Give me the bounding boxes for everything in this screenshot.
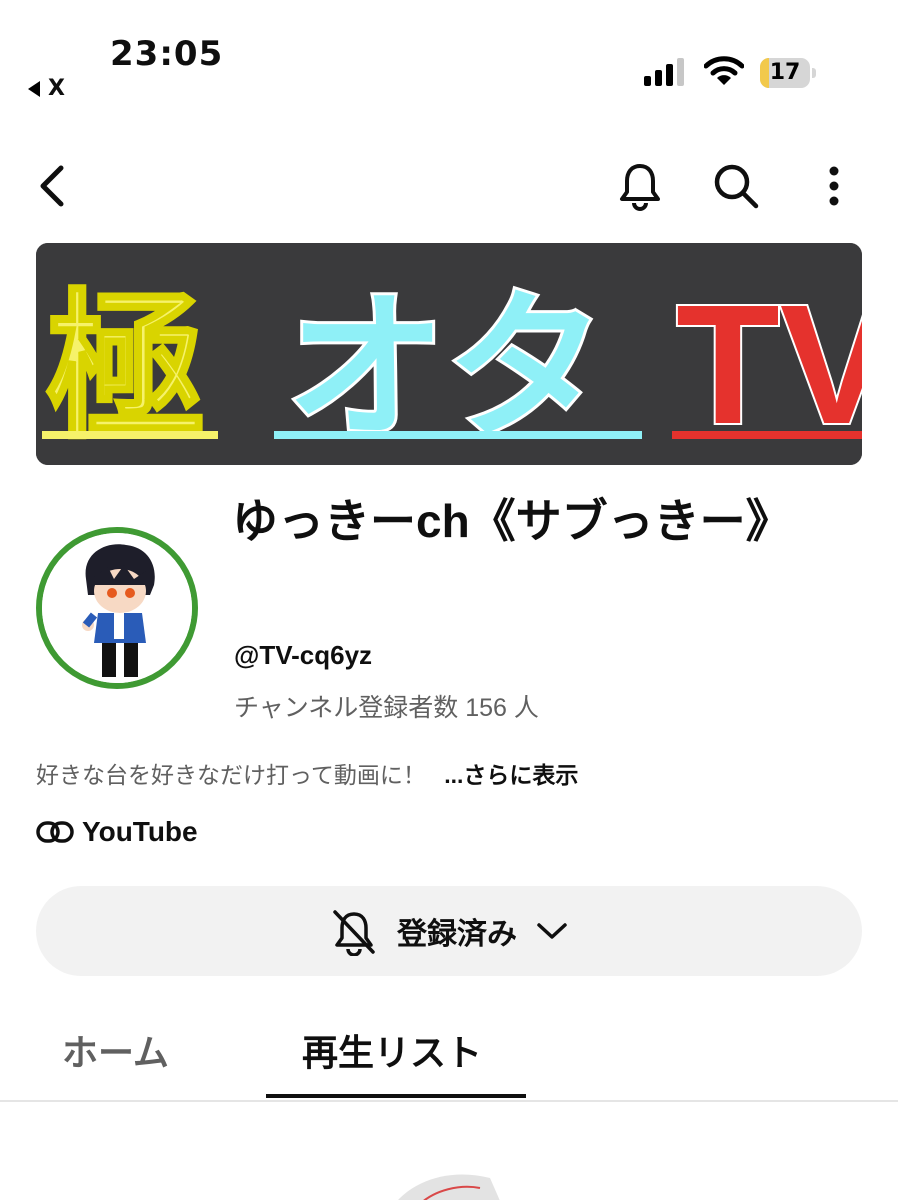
back-button[interactable]: [24, 158, 80, 214]
banner-text-goku: 極: [46, 278, 206, 457]
tab-home[interactable]: ホーム: [62, 1024, 169, 1076]
search-icon: [714, 164, 759, 209]
active-tab-indicator: [266, 1094, 526, 1098]
playlist-thumbnail-peek: [398, 1174, 500, 1200]
description-text: 好きな台を好きなだけ打って動画に！: [36, 762, 426, 788]
channel-link[interactable]: YouTube: [36, 816, 198, 848]
status-time: 23:05: [110, 34, 224, 74]
wifi-icon: [704, 56, 744, 85]
banner-text-ota: オタ: [286, 278, 606, 457]
channel-name: ゆっきーch《サブっきー》: [232, 495, 792, 547]
back-app-label: X: [48, 76, 65, 101]
subscribed-label: 登録済み: [397, 918, 517, 951]
channel-link-label: YouTube: [82, 816, 198, 847]
chevron-left-icon: [40, 165, 64, 207]
chevron-down-icon: [537, 923, 567, 939]
battery-indicator: 17: [760, 58, 816, 88]
channel-handle: @TV-cq6yz: [234, 640, 373, 670]
more-vert-icon: [829, 166, 839, 206]
search-button[interactable]: [708, 158, 764, 214]
bell-off-icon: [333, 910, 375, 956]
notifications-button[interactable]: [612, 158, 668, 214]
more-options-button[interactable]: [806, 158, 862, 214]
link-icon: [36, 821, 74, 843]
channel-tabs: ホーム 再生リスト: [0, 1010, 898, 1102]
subscriber-count: チャンネル登録者数 156 人: [234, 694, 539, 722]
channel-banner: 極 オタ TV: [36, 243, 862, 465]
cellular-signal-icon: [644, 58, 684, 86]
show-more-link[interactable]: ...さらに表示: [444, 762, 578, 788]
subscribed-button[interactable]: 登録済み: [36, 886, 862, 976]
battery-level: 17: [769, 60, 801, 85]
banner-artwork: 極 オタ TV: [36, 243, 862, 465]
back-triangle-icon: [28, 80, 40, 97]
back-to-app-button[interactable]: X: [28, 76, 65, 101]
channel-avatar[interactable]: [36, 527, 198, 689]
top-app-bar: [0, 150, 898, 230]
status-bar: 23:05 X 17: [0, 0, 898, 110]
channel-description[interactable]: 好きな台を好きなだけ打って動画に！ ...さらに表示: [36, 756, 578, 790]
bell-icon: [620, 164, 660, 211]
avatar-character-image: [42, 533, 192, 683]
tab-playlists[interactable]: 再生リスト: [302, 1024, 482, 1076]
